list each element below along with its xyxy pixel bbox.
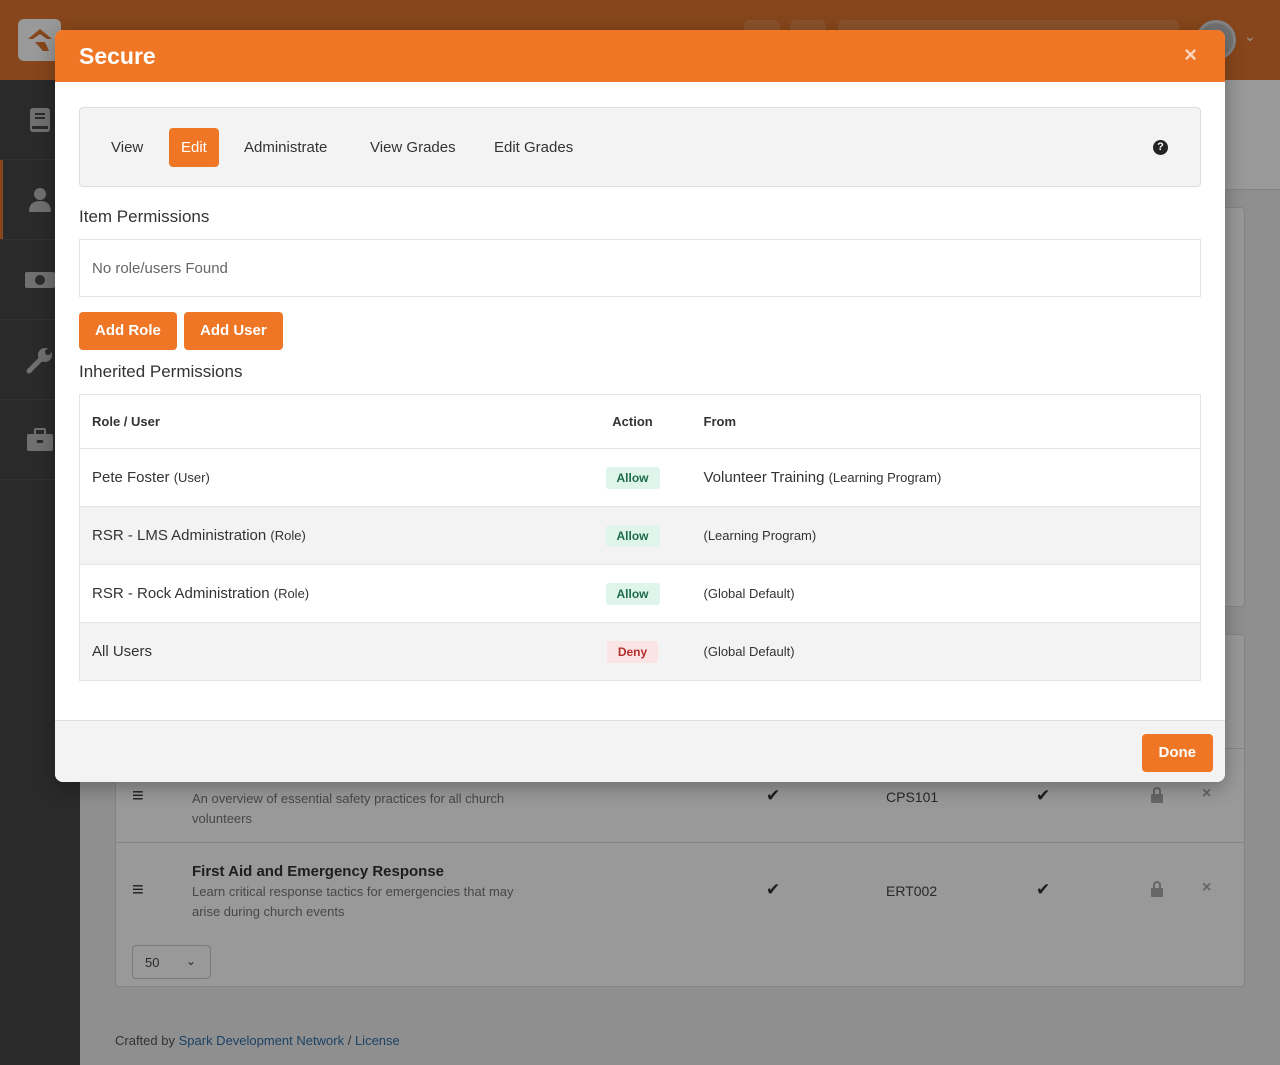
action-tabs: View Edit Administrate View Grades Edit … [79,107,1201,187]
secure-modal: Secure × View Edit Administrate View Gra… [55,30,1225,782]
inherited-permissions-title: Inherited Permissions [79,362,243,381]
role-name: RSR - LMS Administration [92,527,267,544]
column-header-action: Action [561,394,704,449]
role-name: RSR - Rock Administration [92,585,270,602]
from-type: (Learning Program) [703,528,817,543]
action-badge: Deny [606,640,659,663]
role-name: Pete Foster [92,469,170,486]
tab-edit[interactable]: Edit [169,128,219,167]
add-user-button[interactable]: Add User [184,312,283,350]
tab-administrate[interactable]: Administrate [232,128,339,167]
tab-view[interactable]: View [99,128,155,167]
role-type: (Role) [273,586,310,601]
table-row: RSR - LMS Administration (Role) Allow (L… [79,506,1201,565]
add-role-button[interactable]: Add Role [79,312,177,350]
action-badge: Allow [605,524,660,547]
action-badge: Allow [605,466,660,489]
help-icon[interactable]: ? [1153,140,1168,155]
tab-edit-grades[interactable]: Edit Grades [482,128,585,167]
action-badge: Allow [605,582,660,605]
from-type: (Global Default) [703,586,795,601]
column-header-role-user: Role / User [79,394,562,449]
item-permissions-title: Item Permissions [79,207,210,226]
close-icon[interactable]: × [1184,44,1197,66]
inherited-permissions-table: Role / User Action From Pete Foster (Use… [79,394,1201,681]
table-row: All Users Deny (Global Default) [79,622,1201,681]
column-header-from: From [703,394,1201,449]
modal-title: Secure [79,43,156,69]
modal-footer: Done [55,720,1225,782]
from-type: (Global Default) [703,644,795,659]
role-name: All Users [92,643,153,660]
table-row: RSR - Rock Administration (Role) Allow (… [79,564,1201,623]
table-header-row: Role / User Action From [79,394,1201,449]
role-type: (User) [173,470,210,485]
tab-view-grades[interactable]: View Grades [358,128,468,167]
item-permissions-empty: No role/users Found [79,239,1201,297]
done-button[interactable]: Done [1141,734,1213,772]
role-type: (Role) [270,528,306,543]
from-type: (Learning Program) [828,470,942,485]
modal-header: Secure × [55,30,1225,82]
from-name: Volunteer Training [703,469,825,486]
table-row: Pete Foster (User) Allow Volunteer Train… [79,448,1201,507]
